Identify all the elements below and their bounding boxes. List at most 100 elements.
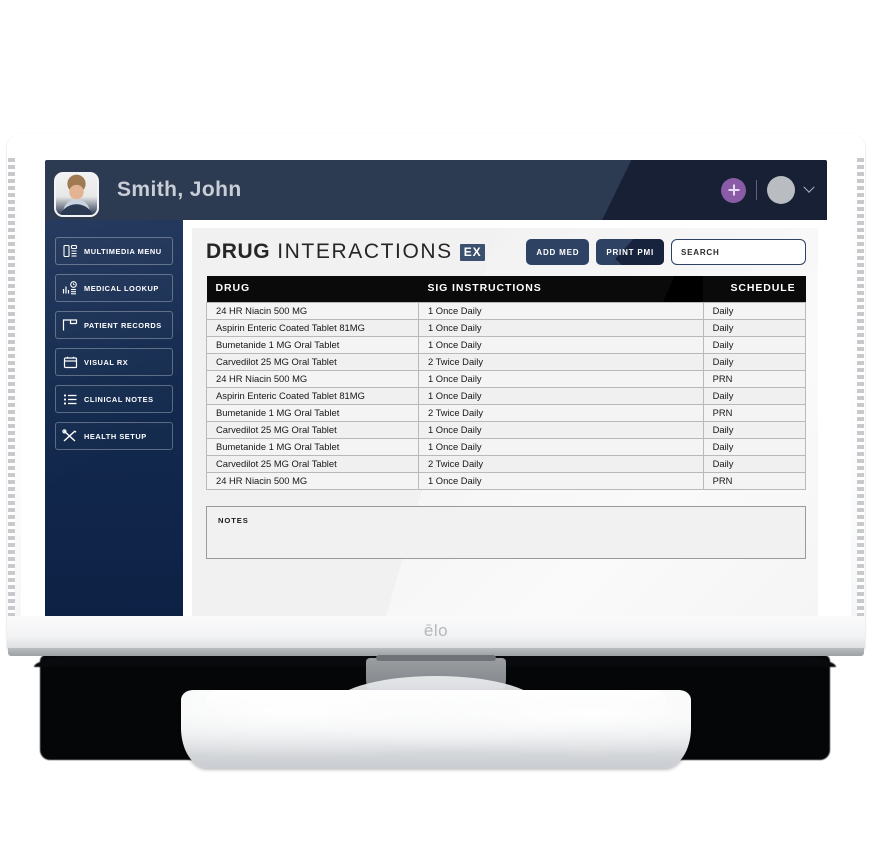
column-header-drug: DRUG [206,276,419,302]
patient-photo-avatar[interactable] [54,172,99,217]
column-header-sig-instructions: SIG INSTRUCTIONS [418,276,704,302]
cell-schedule: Daily [702,335,807,354]
multimedia-icon [56,244,84,258]
cell-sig: 1 Once Daily [417,301,704,320]
table-row[interactable]: Carvedilot 25 MG Oral Tablet 1 Once Daily… [206,420,807,439]
screenshot-stage: Smith, John MULTIMEDIA MENU MEDICAL LOOK… [0,0,872,847]
cell-schedule: Daily [702,352,807,371]
page-title: DRUG INTERACTIONS EX [206,240,486,264]
cell-drug: Aspirin Enteric Coated Tablet 81MG [206,318,419,337]
panel-actions: ADD MED PRINT PMI [526,239,806,265]
cell-sig: 1 Once Daily [417,386,704,405]
page-title-bold: DRUG [206,240,271,263]
column-header-schedule: SCHEDULE [703,276,806,302]
print-pmi-label: PRINT PMI [606,247,654,257]
table-row[interactable]: 24 HR Niacin 500 MG 1 Once Daily PRN [206,471,807,490]
panel-header: DRUG INTERACTIONS EX ADD MED PRINT PMI [192,228,818,276]
sidebar-item-label: MULTIMEDIA MENU [84,246,162,256]
drug-interactions-table: DRUG SIG INSTRUCTIONS SCHEDULE 24 HR Nia… [206,276,807,490]
sidebar-item-label: HEALTH SETUP [84,431,147,441]
table-row[interactable]: Aspirin Enteric Coated Tablet 81MG 1 Once… [206,318,807,337]
cell-drug: Bumetanide 1 MG Oral Tablet [206,403,419,422]
notes-box[interactable]: NOTES [206,505,806,559]
cell-drug: Aspirin Enteric Coated Tablet 81MG [206,386,419,405]
cell-schedule: Daily [702,454,807,473]
cell-schedule: Daily [702,420,807,439]
cell-drug: Carvedilot 25 MG Oral Tablet [206,454,419,473]
sidebar-item-label: MEDICAL LOOKUP [84,283,159,293]
cell-sig: 1 Once Daily [417,420,704,439]
sidebar-item-visual-rx[interactable]: VISUAL RX [55,348,173,376]
elo-logo: ēlo [423,621,449,640]
sidebar-item-patient-records[interactable]: PATIENT RECORDS [55,311,173,339]
cell-sig: 1 Once Daily [417,335,704,354]
bezel-vent-left [8,158,15,628]
monitor-stand-base [181,690,691,768]
print-pmi-button[interactable]: PRINT PMI [596,239,664,265]
chart-clock-icon [56,281,84,295]
add-med-button[interactable]: ADD MED [526,239,590,265]
sidebar-item-label: CLINICAL NOTES [84,394,154,404]
cell-sig: 2 Twice Daily [417,403,704,422]
sidebar-item-label: VISUAL RX [84,357,129,367]
sidebar-item-clinical-notes[interactable]: CLINICAL NOTES [55,385,173,413]
tools-icon [56,429,84,443]
sidebar-item-multimedia-menu[interactable]: MULTIMEDIA MENU [55,237,173,265]
sidebar-nav: MULTIMEDIA MENU MEDICAL LOOKUP PATIENT R… [45,220,183,618]
cell-sig: 1 Once Daily [417,369,704,388]
drug-table-wrapper: DRUG SIG INSTRUCTIONS SCHEDULE 24 HR Nia… [206,276,807,490]
window-icon [56,356,84,369]
search-box[interactable] [671,239,806,265]
cell-drug: Carvedilot 25 MG Oral Tablet [206,420,419,439]
user-account-avatar[interactable] [767,176,795,204]
page-title-thin: INTERACTIONS [277,240,453,263]
add-icon-button[interactable] [721,177,746,203]
table-row[interactable]: Bumetanide 1 MG Oral Tablet 1 Once Daily D… [206,437,807,456]
table-row[interactable]: Bumetanide 1 MG Oral Tablet 2 Twice Daily… [206,403,807,422]
cell-schedule: PRN [702,369,807,388]
sidebar-item-label: PATIENT RECORDS [84,320,162,330]
table-row[interactable]: Bumetanide 1 MG Oral Tablet 1 Once Daily D… [206,335,807,354]
cell-schedule: PRN [702,403,807,422]
table-row[interactable]: Aspirin Enteric Coated Tablet 81MG 1 Once… [206,386,807,405]
cell-sig: 1 Once Daily [417,318,704,337]
cell-drug: Carvedilot 25 MG Oral Tablet [206,352,419,371]
table-row[interactable]: 24 HR Niacin 500 MG 1 Once Daily PRN [206,369,807,388]
list-icon [56,393,84,406]
cell-drug: Bumetanide 1 MG Oral Tablet [206,437,419,456]
ex-badge: EX [459,243,486,261]
cell-sig: 1 Once Daily [417,437,704,456]
sidebar-item-medical-lookup[interactable]: MEDICAL LOOKUP [55,274,173,302]
cell-schedule: Daily [702,437,807,456]
cell-schedule: Daily [702,301,807,320]
cell-drug: Bumetanide 1 MG Oral Tablet [206,335,419,354]
folder-flag-icon [56,318,84,332]
app-topbar: Smith, John [45,160,827,220]
cell-drug: 24 HR Niacin 500 MG [206,369,419,388]
table-row[interactable]: Carvedilot 25 MG Oral Tablet 2 Twice Dail… [206,352,807,371]
topbar-divider [756,180,757,200]
screen: Smith, John MULTIMEDIA MENU MEDICAL LOOK… [45,160,827,618]
sidebar-item-health-setup[interactable]: HEALTH SETUP [55,422,173,450]
cell-schedule: Daily [702,318,807,337]
monitor-chin: ēlo [7,616,865,650]
chevron-down-icon[interactable] [803,181,815,193]
cell-schedule: PRN [702,471,807,490]
cell-drug: 24 HR Niacin 500 MG [206,301,419,320]
table-row[interactable]: Carvedilot 25 MG Oral Tablet 2 Twice Dail… [206,454,807,473]
bezel-vent-right [857,158,864,628]
table-head: DRUG SIG INSTRUCTIONS SCHEDULE [206,276,806,302]
search-input[interactable] [681,247,796,257]
cell-schedule: Daily [702,386,807,405]
topbar-actions [721,160,815,220]
cell-sig: 2 Twice Daily [417,352,704,371]
table-row[interactable]: 24 HR Niacin 500 MG 1 Once Daily Daily [206,301,807,320]
table-body: 24 HR Niacin 500 MG 1 Once Daily Daily Aspi… [206,301,807,490]
table-header-row: DRUG SIG INSTRUCTIONS SCHEDULE [206,276,806,302]
drug-interactions-panel: DRUG INTERACTIONS EX ADD MED PRINT PMI S… [192,228,818,618]
monitor-bezel: Smith, John MULTIMEDIA MENU MEDICAL LOOK… [7,134,865,650]
cell-drug: 24 HR Niacin 500 MG [206,471,419,490]
cell-sig: 1 Once Daily [417,471,704,490]
main-content: DRUG INTERACTIONS EX ADD MED PRINT PMI S… [183,220,827,618]
notes-label: NOTES [218,515,249,525]
